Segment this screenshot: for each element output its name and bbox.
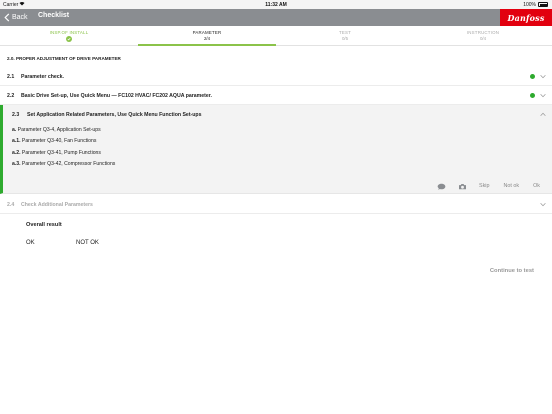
status-bar: Carrier 11:32 AM 100% (0, 0, 552, 9)
sub-item-prefix: a. (12, 127, 17, 133)
brand-logo: Danfoss (500, 9, 552, 26)
sub-item: a.2. Parameter Q3-41, Pump Functions (12, 148, 115, 159)
chevron-left-icon (4, 13, 10, 22)
step-tabs: INSP.OF INSTALL PARAMETER 2/4 TEST 0/5 I… (0, 26, 552, 46)
checklist-item-2-4[interactable]: 2.4 Check Additional Parameters (0, 195, 552, 214)
nav-bar: Back Checklist Danfoss (0, 9, 552, 26)
sub-item: a. Parameter Q3-4, Application Set-ups (12, 125, 115, 136)
checklist-item-2-1[interactable]: 2.1 Parameter check. (0, 67, 552, 86)
checklist-item-2-2[interactable]: 2.2 Basic Drive Set-up, Use Quick Menu —… (0, 86, 552, 105)
overall-result-title: Overall result (26, 222, 62, 228)
comment-icon[interactable] (437, 183, 446, 190)
chevron-up-icon[interactable] (540, 112, 546, 117)
section-title: 2.0. PROPER ADJUSTMENT OF DRIVE PARAMETE… (7, 56, 121, 61)
not-ok-button[interactable]: Not ok (504, 183, 520, 189)
tab-test[interactable]: TEST 0/5 (276, 26, 414, 46)
sub-item-text: Parameter Q3-42, Compressor Functions (21, 160, 116, 167)
tab-instruction[interactable]: INSTRUCTION 0/4 (414, 26, 552, 46)
sub-item-prefix: a.2. (12, 149, 21, 156)
tab-label: INSP.OF INSTALL (49, 30, 89, 35)
status-dot (530, 74, 535, 79)
chevron-down-icon[interactable] (540, 74, 546, 79)
item-label: Parameter check. (21, 74, 64, 80)
battery-icon (538, 2, 548, 7)
back-button[interactable]: Back (4, 12, 28, 23)
checklist-item-2-3-expanded: 2.3 Set Application Related Parameters, … (0, 105, 552, 194)
item-label: Set Application Related Parameters, Use … (27, 112, 202, 118)
sub-item-list: a. Parameter Q3-4, Application Set-ups a… (12, 125, 115, 170)
skip-button[interactable]: Skip (479, 183, 490, 189)
sub-item-text: Parameter Q3-4, Application Set-ups (17, 127, 101, 133)
sub-item-prefix: a.3. (12, 160, 21, 167)
ok-button[interactable]: Ok (533, 183, 540, 189)
sub-item-text: Parameter Q3-41, Pump Functions (21, 149, 101, 156)
overall-not-ok-option[interactable]: NOT OK (76, 240, 99, 246)
logo-text: Danfoss (507, 12, 545, 23)
sub-item-prefix: a.1. (12, 138, 21, 145)
page-title: Checklist (38, 12, 70, 19)
chevron-down-icon[interactable] (540, 93, 546, 98)
sub-item: a.1. Parameter Q3-40, Fan Functions (12, 136, 115, 147)
item-actions: Skip Not ok Ok (437, 181, 540, 191)
tab-count: 0/4 (479, 35, 487, 41)
overall-ok-option[interactable]: OK (26, 240, 35, 246)
item-label: Check Additional Parameters (21, 202, 93, 208)
tab-label: PARAMETER (192, 30, 222, 35)
tab-count: 2/4 (203, 35, 211, 41)
tab-label: TEST (338, 30, 352, 35)
active-tab-indicator (138, 44, 276, 46)
item-number: 2.4 (7, 202, 15, 208)
tab-count: 0/5 (341, 35, 349, 41)
camera-icon[interactable] (458, 183, 467, 190)
status-dot (530, 93, 535, 98)
check-icon (66, 36, 72, 42)
continue-to-test-button[interactable]: Continue to test (490, 268, 534, 274)
item-number: 2.3 (12, 112, 20, 118)
sub-item: a.3. Parameter Q3-42, Compressor Functio… (12, 159, 115, 170)
item-number: 2.1 (7, 74, 15, 80)
battery-percent: 100% (523, 2, 536, 8)
back-label: Back (12, 14, 28, 21)
tab-label: INSTRUCTION (466, 30, 500, 35)
item-number: 2.2 (7, 93, 15, 99)
sub-item-text: Parameter Q3-40, Fan Functions (21, 138, 97, 145)
tab-insp-of-install[interactable]: INSP.OF INSTALL (0, 26, 138, 46)
chevron-down-icon[interactable] (540, 202, 546, 207)
item-label: Basic Drive Set-up, Use Quick Menu — FC1… (21, 93, 212, 99)
tab-parameter[interactable]: PARAMETER 2/4 (138, 26, 276, 46)
status-time: 11:32 AM (265, 2, 287, 8)
